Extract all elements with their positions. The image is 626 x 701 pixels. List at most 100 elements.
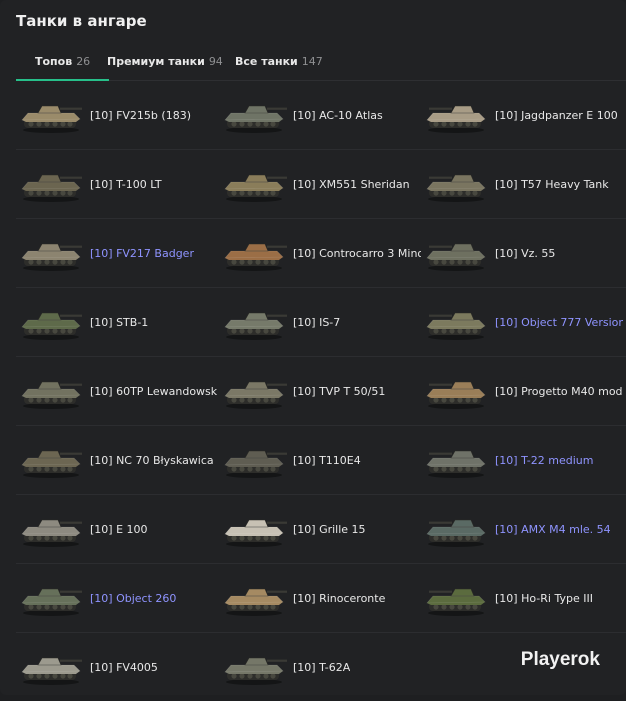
tank-card[interactable]: [10] T-62A: [219, 633, 421, 701]
tank-name: [10] T110E4: [293, 453, 361, 467]
tank-card[interactable]: [10] Ho-Ri Type III: [421, 564, 623, 632]
tank-name: [10] Vz. 55: [495, 246, 556, 260]
tank-icon: [21, 450, 82, 478]
tank-card[interactable]: [10] T-100 LT: [16, 150, 218, 218]
page-title: Танки в ангаре: [16, 12, 147, 30]
tank-card[interactable]: [10] T57 Heavy Tank: [421, 150, 623, 218]
tank-icon: [224, 450, 287, 478]
tab-premium[interactable]: Премиум танки 94: [107, 48, 223, 79]
hangar-panel: Танки в ангаре Топов 26 Премиум танки 94 В…: [0, 0, 626, 695]
tab-count: 94: [208, 55, 223, 68]
tank-card[interactable]: [10] IS-7: [219, 288, 421, 356]
tank-icon: [21, 312, 82, 340]
tab-bar: Топов 26 Премиум танки 94 Все танки 147: [16, 48, 626, 81]
tank-row: [10] T-100 LT [10] XM551 Sheridan [10] T57…: [16, 150, 626, 219]
tank-icon: [21, 174, 82, 202]
tank-icon: [224, 381, 287, 409]
tank-row: [10] 60TP Lewandowski [10] TVP T 50/51 [10…: [16, 357, 626, 426]
tab-label: Все танки: [235, 55, 298, 68]
tab-label: Топов: [35, 55, 73, 68]
tank-icon: [224, 588, 287, 616]
playerok-watermark: Playerok: [520, 649, 600, 670]
tank-card[interactable]: [10] NC 70 Błyskawica: [16, 426, 218, 494]
tank-card[interactable]: [10] Controcarro 3 Mino: [219, 219, 421, 287]
tank-name: [10] T-100 LT: [90, 177, 162, 191]
tank-name: [10] T57 Heavy Tank: [495, 177, 609, 191]
tank-name: [10] Object 777 Version: [495, 315, 623, 329]
tank-row: [10] FV215b (183) [10] AC-10 Atlas [10] Ja…: [16, 81, 626, 150]
tank-row: [10] FV217 Badger [10] Controcarro 3 Mino…: [16, 219, 626, 288]
tank-name: [10] FV215b (183): [90, 108, 191, 122]
tank-card[interactable]: [10] E 100: [16, 495, 218, 563]
tab-count: 147: [301, 55, 323, 68]
tank-card[interactable]: [10] XM551 Sheridan: [219, 150, 421, 218]
tank-icon: [224, 174, 287, 202]
tank-name: [10] Ho-Ri Type III: [495, 591, 593, 605]
tank-row: [10] E 100 [10] Grille 15 [10] AMX M4 mle.…: [16, 495, 626, 564]
tank-icon: [21, 105, 82, 133]
tank-card[interactable]: [10] FV217 Badger: [16, 219, 218, 287]
tank-card[interactable]: [10] FV215b (183): [16, 81, 218, 149]
tank-card[interactable]: [10] 60TP Lewandowski: [16, 357, 218, 425]
tank-name: [10] Progetto M40 mod.: [495, 384, 623, 398]
tank-icon: [426, 174, 486, 202]
tank-icon: [426, 519, 486, 547]
tank-name: [10] IS-7: [293, 315, 341, 329]
tab-all[interactable]: Все танки 147: [235, 48, 323, 79]
tank-row: [10] STB-1 [10] IS-7 [10] Object 777 Versi…: [16, 288, 626, 357]
tank-card[interactable]: [10] Rinoceronte: [219, 564, 421, 632]
tank-card[interactable]: [10] AMX M4 mle. 54: [421, 495, 623, 563]
tank-icon: [21, 243, 82, 271]
tank-icon: [224, 105, 287, 133]
tank-icon: [21, 588, 82, 616]
tank-card[interactable]: [10] TVP T 50/51: [219, 357, 421, 425]
tank-icon: [224, 657, 287, 685]
tank-name: [10] 60TP Lewandowski: [90, 384, 218, 398]
tank-name: [10] XM551 Sheridan: [293, 177, 410, 191]
tank-card[interactable]: [10] STB-1: [16, 288, 218, 356]
tab-top[interactable]: Топов 26: [16, 48, 110, 81]
tank-name: [10] T-22 medium: [495, 453, 594, 467]
tank-card[interactable]: [10] Object 777 Version: [421, 288, 623, 356]
tank-card[interactable]: [10] FV4005: [16, 633, 218, 701]
tank-name: [10] E 100: [90, 522, 148, 536]
tank-name: [10] Jagdpanzer E 100: [495, 108, 618, 122]
tank-icon: [21, 381, 82, 409]
tank-icon: [426, 312, 486, 340]
tank-card[interactable]: [10] Grille 15: [219, 495, 421, 563]
tank-name: [10] AMX M4 mle. 54: [495, 522, 611, 536]
tank-name: [10] NC 70 Błyskawica: [90, 453, 214, 467]
tank-card[interactable]: [10] T110E4: [219, 426, 421, 494]
tank-icon: [224, 519, 287, 547]
tank-card[interactable]: [10] Progetto M40 mod.: [421, 357, 623, 425]
tank-card[interactable]: [10] Vz. 55: [421, 219, 623, 287]
tank-name: [10] FV217 Badger: [90, 246, 194, 260]
tank-row: [10] Object 260 [10] Rinoceronte [10] Ho-R…: [16, 564, 626, 633]
tank-name: [10] Controcarro 3 Mino: [293, 246, 421, 260]
tank-row: [10] NC 70 Błyskawica [10] T110E4 [10] T-2…: [16, 426, 626, 495]
tank-icon: [426, 243, 486, 271]
tank-card[interactable]: [10] T-22 medium: [421, 426, 623, 494]
tank-icon: [224, 243, 287, 271]
tank-icon: [426, 105, 486, 133]
tank-card[interactable]: [10] Jagdpanzer E 100: [421, 81, 623, 149]
tank-name: [10] T-62A: [293, 660, 351, 674]
tank-name: [10] Rinoceronte: [293, 591, 386, 605]
tank-name: [10] FV4005: [90, 660, 158, 674]
tab-count: 26: [76, 55, 91, 68]
tank-card[interactable]: [10] Object 260: [16, 564, 218, 632]
tank-name: [10] STB-1: [90, 315, 149, 329]
tab-label: Премиум танки: [107, 55, 205, 68]
tank-icon: [426, 381, 486, 409]
tank-icon: [21, 519, 82, 547]
tank-name: [10] TVP T 50/51: [293, 384, 386, 398]
tank-icon: [426, 450, 486, 478]
tank-icon: [224, 312, 287, 340]
tank-name: [10] AC-10 Atlas: [293, 108, 383, 122]
tank-name: [10] Object 260: [90, 591, 177, 605]
tank-icon: [21, 657, 82, 685]
tank-card[interactable]: [10] AC-10 Atlas: [219, 81, 421, 149]
tank-name: [10] Grille 15: [293, 522, 366, 536]
tank-icon: [426, 588, 486, 616]
tank-grid: [10] FV215b (183) [10] AC-10 Atlas [10] Ja…: [16, 81, 626, 701]
